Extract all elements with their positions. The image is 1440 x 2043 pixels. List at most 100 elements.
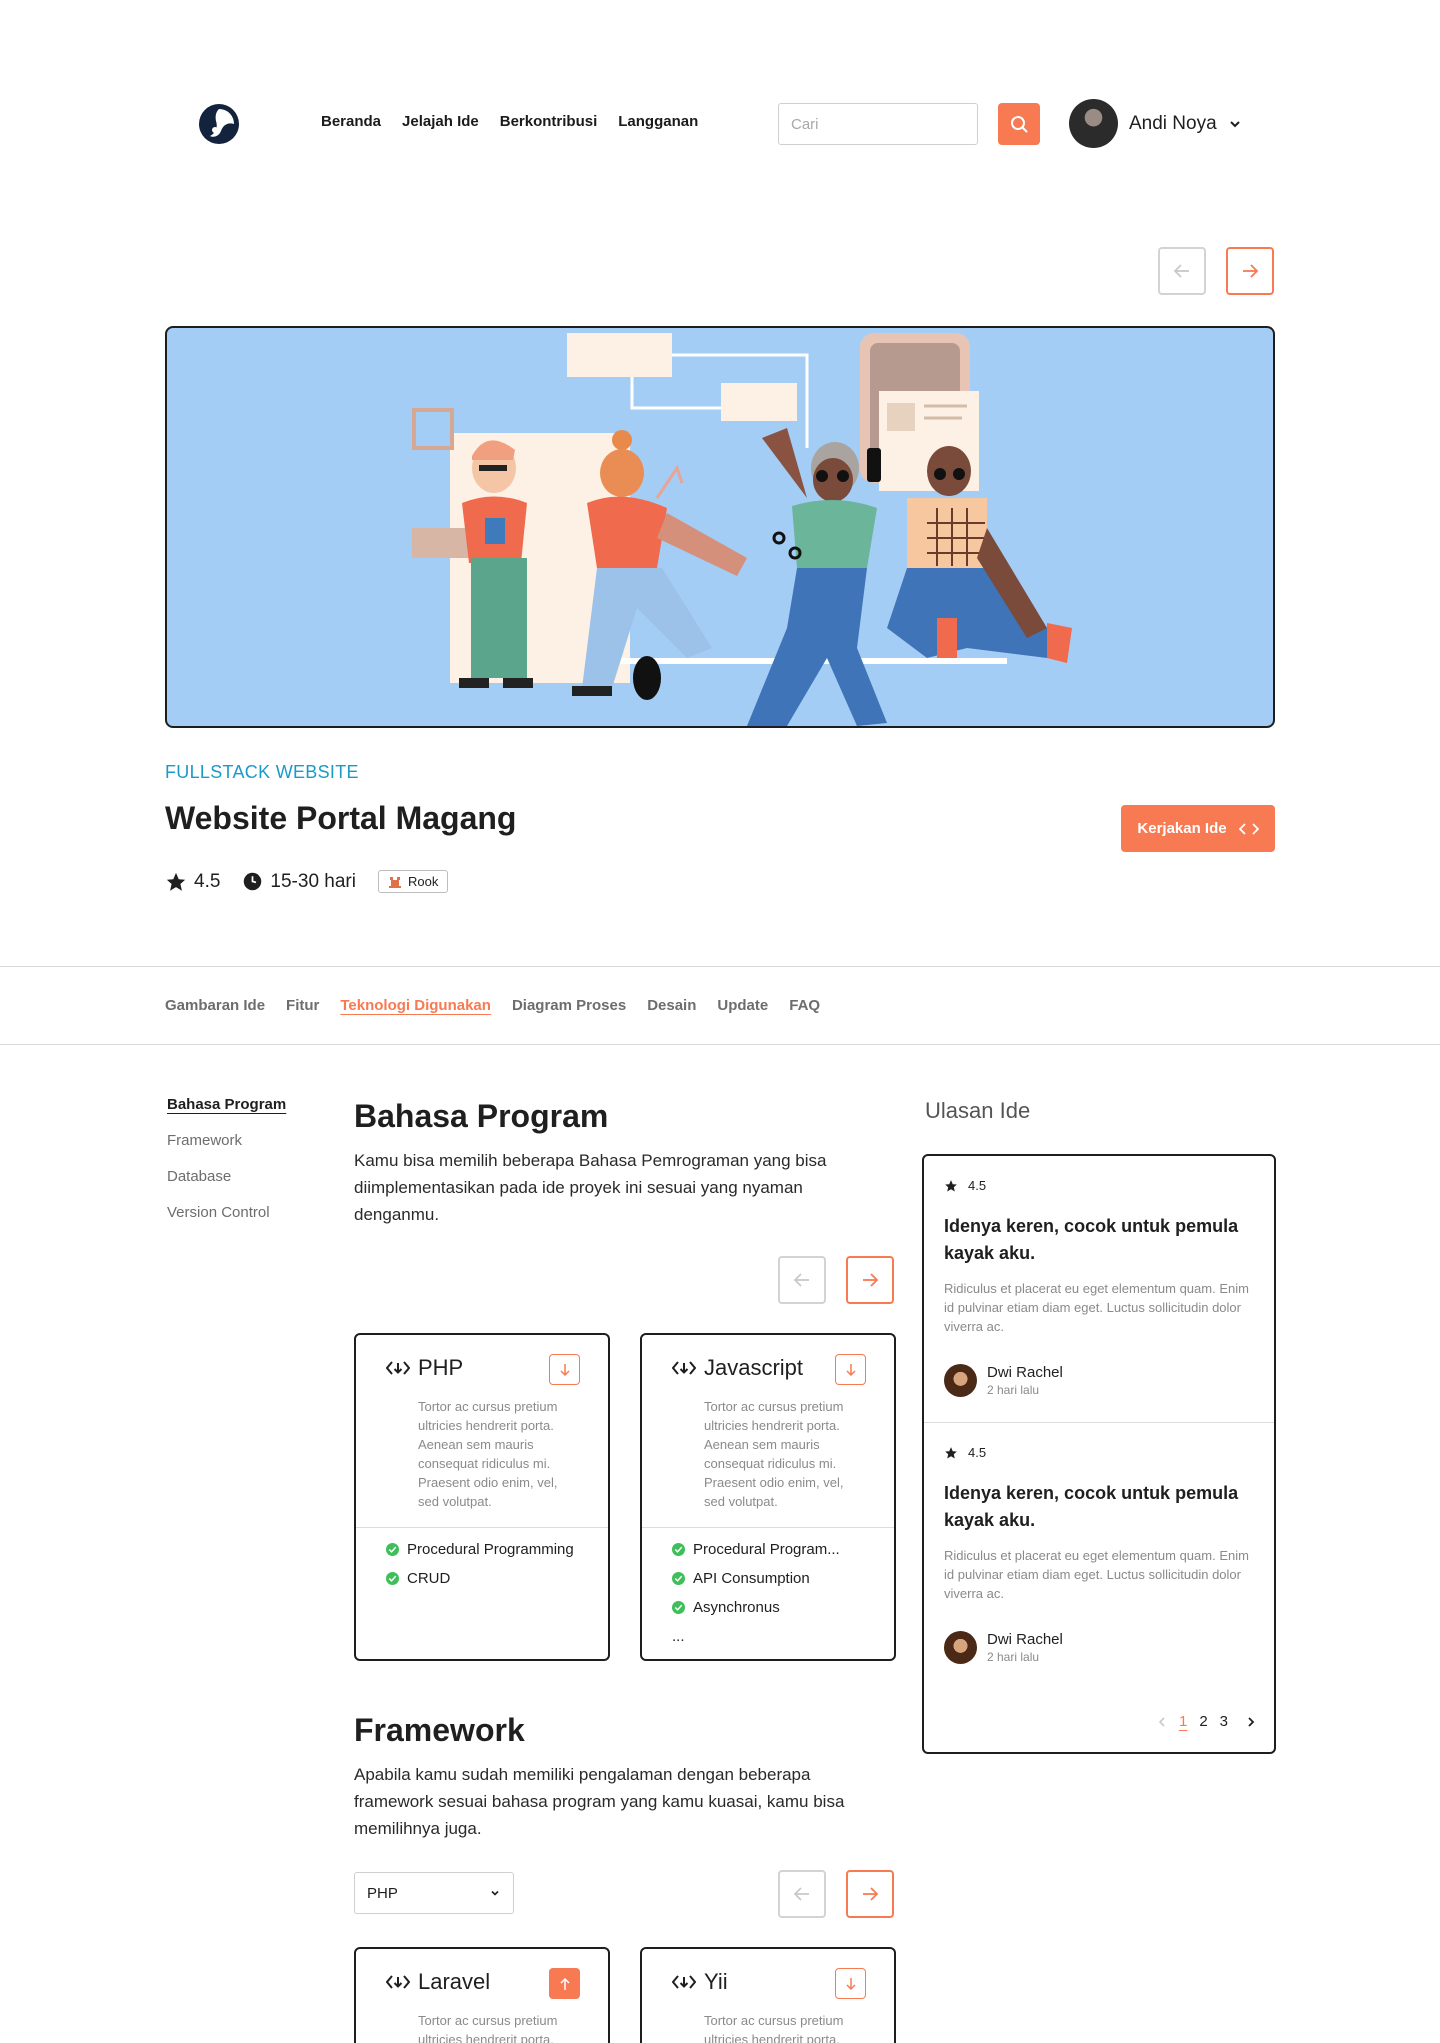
section-desc-bahasa: Kamu bisa memilih beberapa Bahasa Pemrog… <box>354 1151 827 1224</box>
download-button[interactable] <box>835 1968 866 1999</box>
feature-list: Procedural Programming CRUD <box>386 1541 574 1588</box>
card-name: PHP <box>418 1355 464 1380</box>
hero-prev-button[interactable] <box>1158 247 1206 295</box>
user-name: Andi Noya <box>1129 112 1217 134</box>
main-nav: Beranda Jelajah Ide Berkontribusi Langga… <box>321 113 698 130</box>
card-description: Tortor ac cursus pretium ultricies hendr… <box>704 2013 844 2043</box>
sidenav-version-control[interactable]: Version Control <box>167 1204 286 1221</box>
idea-category: FULLSTACK WEBSITE <box>165 762 359 782</box>
clock-icon <box>244 872 262 891</box>
feature-item: Procedural Program... <box>672 1541 840 1559</box>
feature-list: Procedural Program... API Consumption As… <box>672 1541 840 1645</box>
feature-label: Procedural Programming <box>407 1541 574 1558</box>
chevron-down-icon <box>491 1890 499 1896</box>
download-icon <box>559 1363 570 1376</box>
page-1[interactable]: 1 <box>1179 1713 1187 1730</box>
language-select[interactable]: PHP <box>354 1872 514 1914</box>
card-header: Javascript <box>672 1355 803 1381</box>
search-input[interactable] <box>778 103 978 145</box>
divider <box>356 1527 608 1528</box>
star-icon <box>945 1446 957 1459</box>
more-indicator: ... <box>672 1628 685 1645</box>
feature-item: CRUD <box>386 1570 574 1588</box>
review-item: 4.5 Idenya keren, cocok untuk pemula kay… <box>924 1445 1274 1664</box>
code-icon <box>1238 822 1259 835</box>
download-button[interactable] <box>549 1354 580 1385</box>
review-pagination: 1 2 3 <box>1157 1713 1256 1730</box>
language-select-value: PHP <box>367 1884 398 1902</box>
check-circle-icon <box>386 1572 399 1585</box>
framework-prev-button[interactable] <box>778 1870 826 1918</box>
star-icon <box>945 1179 957 1192</box>
page-2[interactable]: 2 <box>1199 1713 1207 1730</box>
card-name: Yii <box>704 1969 728 1994</box>
review-author-name: Dwi Rachel <box>987 1364 1063 1381</box>
chevron-down-icon <box>1229 120 1240 127</box>
code-icon <box>672 1975 696 1989</box>
search-icon <box>1011 116 1028 133</box>
divider <box>924 1422 1274 1423</box>
section-title-framework: Framework <box>354 1712 525 1748</box>
review-rating: 4.5 <box>944 1445 1254 1460</box>
avatar <box>944 1631 977 1664</box>
nav-beranda[interactable]: Beranda <box>321 113 381 130</box>
search-button[interactable] <box>998 103 1040 145</box>
sidenav-bahasa-program[interactable]: Bahasa Program <box>167 1096 286 1113</box>
card-header: Yii <box>672 1969 728 1995</box>
feature-label: Procedural Program... <box>693 1541 840 1558</box>
review-author: Dwi Rachel 2 hari lalu <box>944 1631 1254 1664</box>
logo-icon[interactable] <box>198 103 240 145</box>
nav-berkontribusi[interactable]: Berkontribusi <box>500 113 598 130</box>
sidenav-database[interactable]: Database <box>167 1168 286 1185</box>
card-header: Laravel <box>386 1969 490 1995</box>
hero-next-button[interactable] <box>1226 247 1274 295</box>
review-rating: 4.5 <box>944 1178 1254 1193</box>
tab-teknologi-digunakan[interactable]: Teknologi Digunakan <box>340 997 491 1014</box>
upload-button[interactable] <box>549 1968 580 1999</box>
download-button[interactable] <box>835 1354 866 1385</box>
tab-faq[interactable]: FAQ <box>789 997 820 1014</box>
nav-jelajah-ide[interactable]: Jelajah Ide <box>402 113 479 130</box>
review-title: Idenya keren, cocok untuk pemula kayak a… <box>944 1216 1239 1263</box>
review-time: 2 hari lalu <box>987 1650 1040 1664</box>
code-icon <box>672 1361 696 1375</box>
code-icon <box>386 1975 410 1989</box>
check-circle-icon <box>386 1543 399 1556</box>
bahasa-next-button[interactable] <box>846 1256 894 1304</box>
code-icon <box>386 1361 410 1375</box>
chevron-right-icon[interactable] <box>1246 1716 1256 1728</box>
bahasa-prev-button[interactable] <box>778 1256 826 1304</box>
page-title: Website Portal Magang <box>165 800 517 836</box>
check-circle-icon <box>672 1543 685 1556</box>
tab-desain[interactable]: Desain <box>647 997 696 1014</box>
download-icon <box>845 1363 856 1376</box>
arrow-right-icon <box>1243 264 1259 278</box>
tab-diagram-proses[interactable]: Diagram Proses <box>512 997 626 1014</box>
card-description: Tortor ac cursus pretium ultricies hendr… <box>418 2013 558 2043</box>
tab-update[interactable]: Update <box>717 997 768 1014</box>
review-item: 4.5 Idenya keren, cocok untuk pemula kay… <box>924 1178 1274 1397</box>
card-name: Laravel <box>418 1969 491 1994</box>
arrow-left-icon <box>793 1887 809 1901</box>
tab-fitur[interactable]: Fitur <box>286 997 319 1014</box>
section-title-bahasa: Bahasa Program <box>354 1098 609 1134</box>
reviews-panel: 4.5 Idenya keren, cocok untuk pemula kay… <box>922 1154 1276 1754</box>
section-desc-framework: Apabila kamu sudah memiliki pengalaman d… <box>354 1765 845 1838</box>
level-badge: Rook <box>377 870 449 893</box>
feature-label: API Consumption <box>693 1570 810 1587</box>
sidenav-framework[interactable]: Framework <box>167 1132 286 1149</box>
rating: 4.5 <box>165 871 220 893</box>
nav-langganan[interactable]: Langganan <box>618 113 698 130</box>
user-menu[interactable]: Andi Noya <box>1069 99 1242 148</box>
page-3[interactable]: 3 <box>1220 1713 1228 1730</box>
arrow-right-icon <box>863 1887 879 1901</box>
check-circle-icon <box>672 1572 685 1585</box>
card-header: PHP <box>386 1355 463 1381</box>
review-author: Dwi Rachel 2 hari lalu <box>944 1364 1254 1397</box>
chevron-left-icon[interactable] <box>1157 1716 1167 1728</box>
framework-next-button[interactable] <box>846 1870 894 1918</box>
tab-gambaran-ide[interactable]: Gambaran Ide <box>165 997 265 1014</box>
avatar <box>944 1364 977 1397</box>
detail-tabs: Gambaran Ide Fitur Teknologi Digunakan D… <box>0 966 1440 1045</box>
kerjakan-ide-button[interactable]: Kerjakan Ide <box>1121 805 1275 852</box>
